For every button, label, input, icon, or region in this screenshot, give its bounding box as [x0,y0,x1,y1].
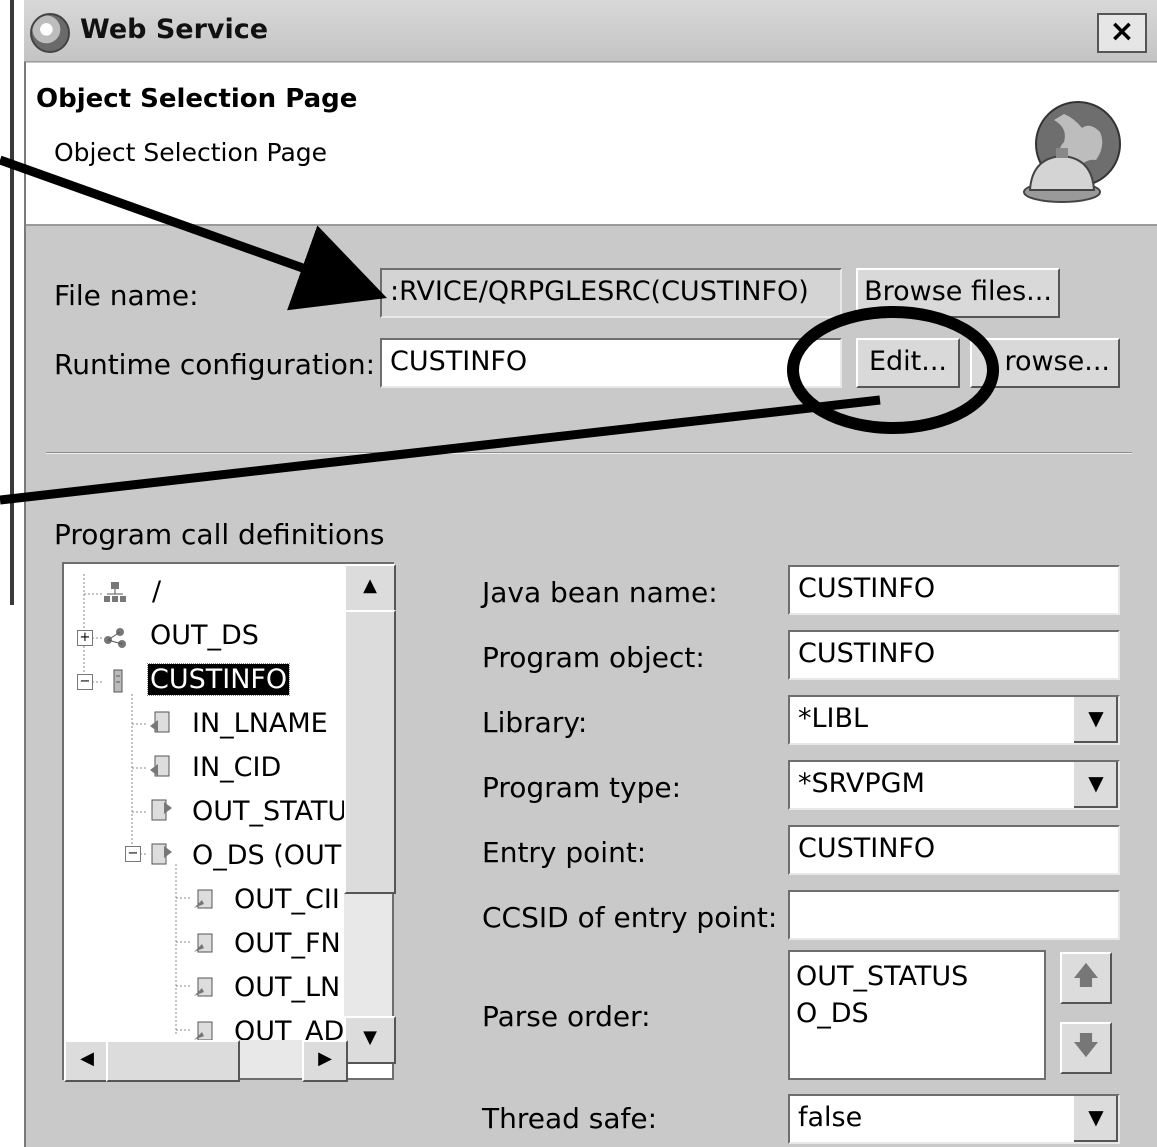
annotation-overlay [0,155,999,505]
annotation-circle-edit [787,306,999,434]
annotation-line-edit [0,395,881,505]
annotation-arrow-file-name [0,155,387,311]
